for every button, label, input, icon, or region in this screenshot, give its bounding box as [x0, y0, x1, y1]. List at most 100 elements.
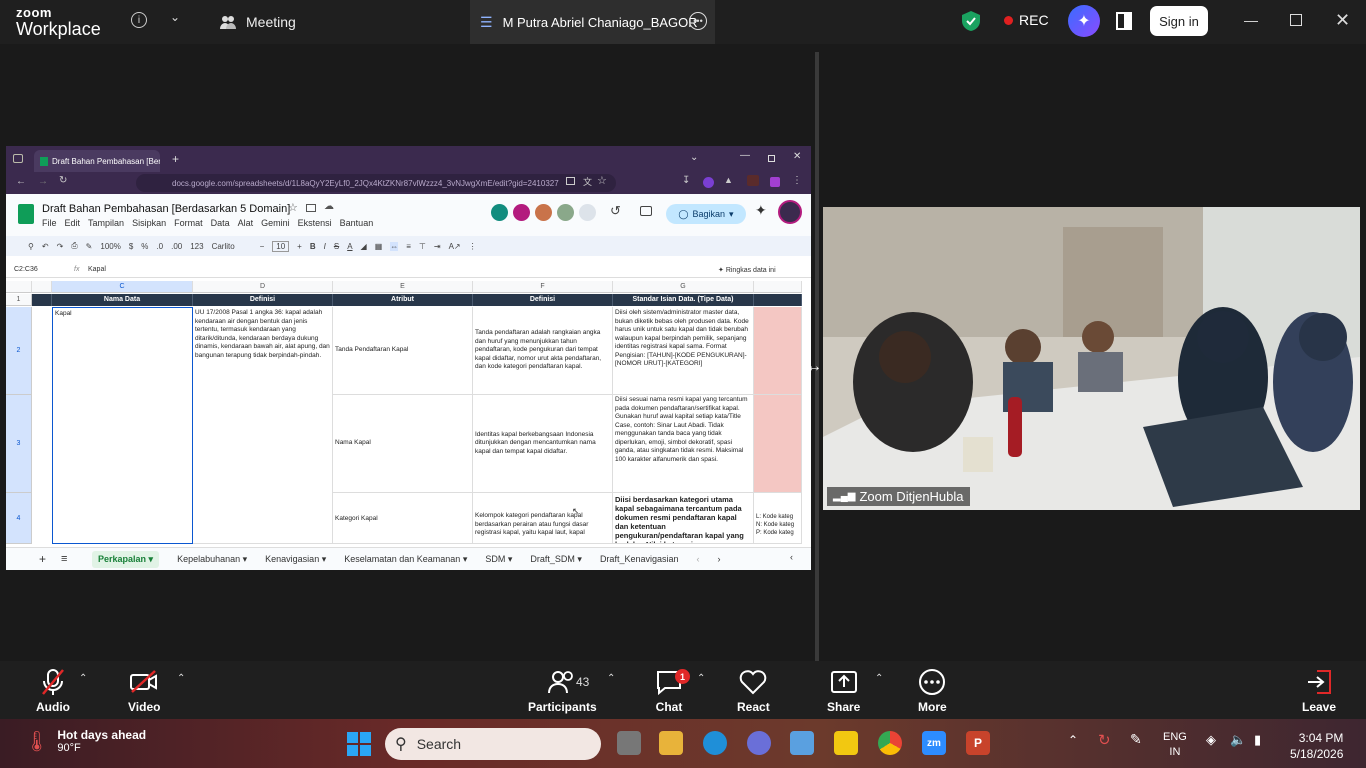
video-options-caret-icon[interactable]: ⌃ [177, 673, 185, 684]
text-color-icon[interactable]: A [347, 242, 352, 251]
column-header-e[interactable]: E [333, 281, 473, 293]
browser-tab-active[interactable]: Draft Bahan Pembahasan [Berd ✕ [34, 150, 160, 172]
participants-options-caret-icon[interactable]: ⌃ [607, 673, 615, 684]
window-minimize-icon[interactable]: — [740, 150, 750, 161]
shield-check-icon[interactable] [962, 11, 980, 31]
column-header[interactable] [32, 281, 52, 293]
cell-g3[interactable]: Diisi sesuai nama resmi kapal yang terca… [613, 395, 754, 493]
ai-companion-icon[interactable]: ✦ [1068, 5, 1100, 37]
window-restore-icon[interactable] [768, 155, 775, 162]
column-header[interactable] [754, 281, 802, 293]
header-atribut[interactable]: Atribut [333, 294, 473, 306]
forward-icon[interactable]: → [38, 176, 48, 187]
avatar[interactable] [491, 204, 508, 221]
share-options-caret-icon[interactable]: ⌃ [875, 673, 883, 684]
add-sheet-icon[interactable]: + [39, 552, 46, 566]
comment-icon[interactable] [640, 206, 652, 216]
currency-icon[interactable]: $ [129, 242, 133, 251]
menu-gemini[interactable]: Gemini [261, 218, 290, 228]
app-icon[interactable] [747, 731, 771, 755]
header-standar-isian[interactable]: Standar Isian Data. (Tipe Data) [613, 294, 754, 306]
sheet-tab-keselamatan[interactable]: Keselamatan dan Keamanan ▾ [344, 554, 467, 565]
zoom-app-icon[interactable]: zm [922, 731, 946, 755]
spreadsheet-grid[interactable]: C D E F G 1 Nama Data Definisi Atribut D… [6, 281, 811, 544]
zoom-select[interactable]: 100% [100, 242, 120, 251]
info-icon[interactable]: i [131, 12, 147, 28]
cell-f2[interactable]: Tanda pendaftaran adalah rangkaian angka… [473, 307, 613, 395]
sticky-notes-icon[interactable] [834, 731, 858, 755]
chrome-icon[interactable] [878, 731, 902, 755]
cell-f4[interactable]: Kelompok kategori pendaftaran kapal berd… [473, 493, 613, 544]
browser-menu-icon[interactable]: ⋮ [792, 175, 802, 186]
merge-cells-icon[interactable]: ⇔ [390, 241, 399, 251]
extension-icon[interactable] [703, 177, 714, 188]
account-avatar[interactable] [778, 200, 802, 224]
font-size-decrease-icon[interactable]: − [260, 242, 265, 251]
download-icon[interactable]: ↧ [682, 175, 690, 186]
menu-extensions[interactable]: Ekstensi [298, 218, 332, 228]
cell-e4[interactable]: Kategori Kapal [333, 493, 473, 544]
scroll-tabs-left-icon[interactable]: ‹ [697, 554, 700, 564]
chevron-down-icon[interactable]: ⌄ [170, 10, 180, 24]
font-select[interactable]: Carlito [212, 242, 252, 251]
minimize-icon[interactable]: — [1244, 12, 1258, 28]
cell-c2-selected[interactable]: Kapal [52, 307, 193, 544]
align-horizontal-icon[interactable]: ≡ [406, 242, 411, 251]
paint-format-icon[interactable]: ✎ [86, 242, 93, 251]
cell-e2[interactable]: Tanda Pendaftaran Kapal [333, 307, 473, 395]
restore-icon[interactable] [1290, 14, 1302, 26]
header-cell[interactable] [32, 294, 52, 306]
more-button[interactable]: More [918, 667, 947, 714]
edge-icon[interactable] [703, 731, 727, 755]
text-rotation-icon[interactable]: A↗ [449, 242, 461, 251]
participant-video-tile[interactable]: ▂▄▆ Zoom DitjenHubla [823, 207, 1360, 510]
more-tools-icon[interactable]: ⋮ [469, 242, 477, 251]
header-cell[interactable] [754, 294, 802, 306]
windows-start-icon[interactable] [347, 732, 371, 756]
collapse-sidebar-icon[interactable]: ‹ [790, 552, 793, 562]
bold-icon[interactable]: B [310, 242, 316, 251]
close-icon[interactable]: ✕ [1335, 10, 1350, 31]
avatar[interactable] [535, 204, 552, 221]
bookmark-star-icon[interactable]: ☆ [597, 174, 607, 187]
system-clock[interactable]: 3:04 PM 5/18/2026 [1290, 730, 1343, 762]
taskbar-search[interactable]: ⚲ Search [385, 728, 601, 760]
avatar[interactable] [557, 204, 574, 221]
column-header-d[interactable]: D [193, 281, 333, 293]
italic-icon[interactable]: I [324, 242, 326, 251]
sheet-tab-perkapalan[interactable]: Perkapalan ▾ [92, 550, 160, 568]
strikethrough-icon[interactable]: S [334, 242, 339, 251]
row-header-2[interactable]: 2 [6, 307, 32, 395]
fill-color-icon[interactable]: ◢ [361, 242, 367, 251]
split-view-divider[interactable] [815, 52, 819, 661]
powerpoint-icon[interactable]: P [966, 731, 990, 755]
menu-insert[interactable]: Sisipkan [132, 218, 166, 228]
recording-indicator[interactable]: REC [1004, 12, 1049, 28]
react-button[interactable]: React [737, 667, 770, 714]
leave-button[interactable]: Leave [1302, 667, 1336, 714]
shared-screen-browser[interactable]: Draft Bahan Pembahasan [Berd ✕ + ⌄ — ✕ ←… [6, 146, 811, 570]
screen-share-tab[interactable]: ☰ M Putra Abriel Chaniago_BAGOR [470, 0, 715, 44]
align-vertical-icon[interactable]: ⊤ [419, 242, 426, 251]
menu-view[interactable]: Tampilan [88, 218, 124, 228]
cell-e3[interactable]: Nama Kapal [333, 395, 473, 493]
cell-f3[interactable]: Identitas kapal berkebangsaan Indonesia … [473, 395, 613, 493]
row-header-3[interactable]: 3 [6, 395, 32, 493]
puzzle-extension-icon[interactable]: ▲ [724, 175, 733, 185]
summary-button[interactable]: ✦ Ringkas data ini [718, 266, 776, 274]
show-hidden-icons-icon[interactable]: ⌃ [1068, 733, 1078, 747]
menu-data[interactable]: Data [211, 218, 230, 228]
screen-cast-icon[interactable] [566, 177, 575, 185]
reload-icon[interactable]: ↻ [59, 175, 67, 186]
share-screen-button[interactable]: Share [827, 667, 860, 714]
menu-file[interactable]: File [42, 218, 57, 228]
cell-g2[interactable]: Diisi oleh sistem/administrator master d… [613, 307, 754, 395]
menu-format[interactable]: Format [174, 218, 203, 228]
new-tab-icon[interactable]: + [172, 152, 179, 166]
print-icon[interactable]: ⎙ [71, 241, 77, 251]
document-title[interactable]: Draft Bahan Pembahasan [Berdasarkan 5 Do… [42, 203, 290, 215]
extension-badge-icon[interactable] [747, 175, 759, 186]
gemini-icon[interactable]: ✦ [755, 202, 767, 219]
cell-h4[interactable]: L: Kode kateg N: Kode kateg P: Kode kate… [754, 493, 802, 544]
search-icon[interactable]: ⚲ [28, 242, 34, 251]
